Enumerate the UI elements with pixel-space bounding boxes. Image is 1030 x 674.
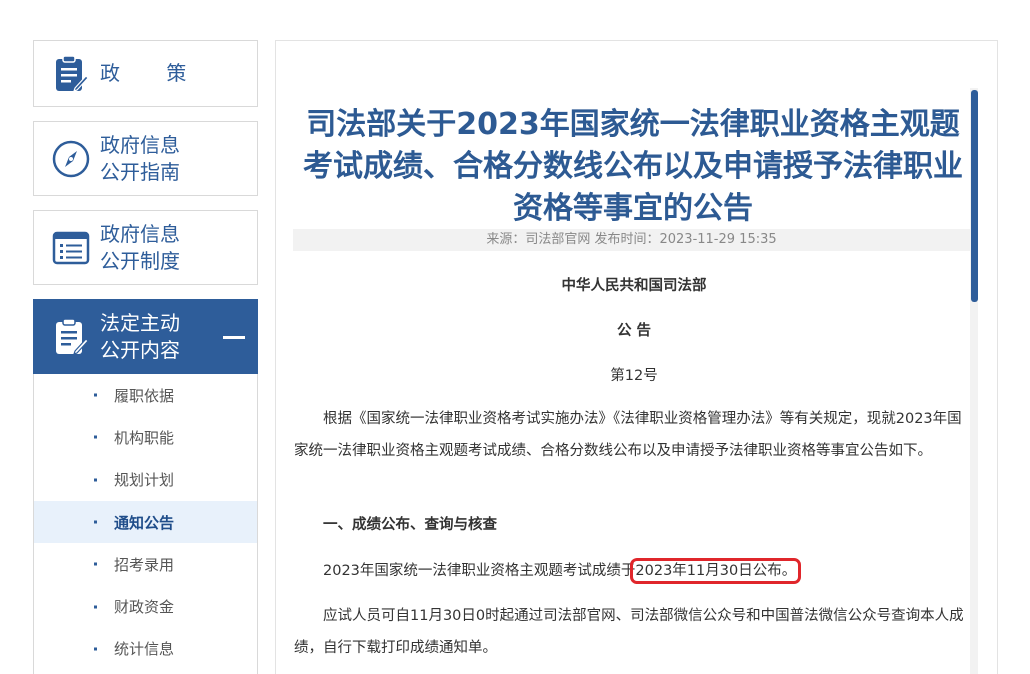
clipboard-pen-icon (51, 54, 91, 94)
bullet-icon (94, 647, 97, 651)
sub-item-duty-basis[interactable]: 履职依据 (34, 374, 257, 416)
sidebar-item-label: 政 策 (100, 61, 187, 85)
paragraph-text: 2023年国家统一法律职业资格主观题考试成绩于 (323, 563, 636, 579)
compass-icon (51, 139, 91, 179)
bullet-icon (94, 478, 97, 482)
sidebar-item-guide[interactable]: 政府信息 公开指南 (33, 121, 258, 196)
sub-item-plans[interactable]: 规划计划 (34, 459, 257, 501)
sidebar-item-policy[interactable]: 政 策 (33, 40, 258, 107)
sub-item-recruitment[interactable]: 招考录用 (34, 543, 257, 585)
sub-menu: 履职依据 机构职能 规划计划 通知公告 招考录用 财政资金 统计信息 (33, 374, 258, 674)
article-title: 司法部关于2023年国家统一法律职业资格主观题考试成绩、合格分数线公布以及申请授… (303, 107, 963, 226)
section-heading: 一、成绩公布、查询与核查 (323, 517, 497, 533)
bullet-icon (94, 435, 97, 439)
highlighted-date: 2023年11月30日公布。 (630, 558, 802, 584)
collapse-icon[interactable] (223, 336, 245, 339)
bullet-icon (94, 520, 97, 524)
sidebar-item-active-disclosure[interactable]: 法定主动 公开内容 (33, 299, 258, 374)
sub-item-notices[interactable]: 通知公告 (34, 500, 257, 544)
sidebar-item-system[interactable]: 政府信息 公开制度 (33, 210, 258, 285)
sidebar-item-label: 政府信息 公开指南 (100, 132, 180, 184)
intro-paragraph: 根据《国家统一法律职业资格考试实施办法》《法律职业资格管理办法》等有关规定，现就… (294, 411, 962, 459)
clipboard-pen-icon (51, 317, 91, 357)
sub-item-functions[interactable]: 机构职能 (34, 416, 257, 458)
bullet-icon (94, 562, 97, 566)
sub-item-statistics[interactable]: 统计信息 (34, 628, 257, 670)
sidebar-item-label: 政府信息 公开制度 (100, 221, 180, 273)
issuer: 中华人民共和国司法部 (561, 278, 707, 294)
doc-number: 第12号 (610, 368, 658, 384)
doc-type: 公 告 (616, 323, 652, 339)
list-document-icon (51, 228, 91, 268)
sub-item-finance[interactable]: 财政资金 (34, 585, 257, 627)
article-meta: 来源：司法部官网 发布时间：2023-11-29 15:35 (293, 229, 970, 251)
bullet-icon (94, 393, 97, 397)
query-paragraph: 应试人员可自11月30日0时起通过司法部官网、司法部微信公众号和中国普法微信公众… (294, 608, 964, 656)
bullet-icon (94, 605, 97, 609)
result-date-paragraph: 2023年国家统一法律职业资格主观题考试成绩于2023年11月30日公布。 (294, 555, 974, 587)
sidebar-item-label: 法定主动 公开内容 (100, 310, 180, 362)
